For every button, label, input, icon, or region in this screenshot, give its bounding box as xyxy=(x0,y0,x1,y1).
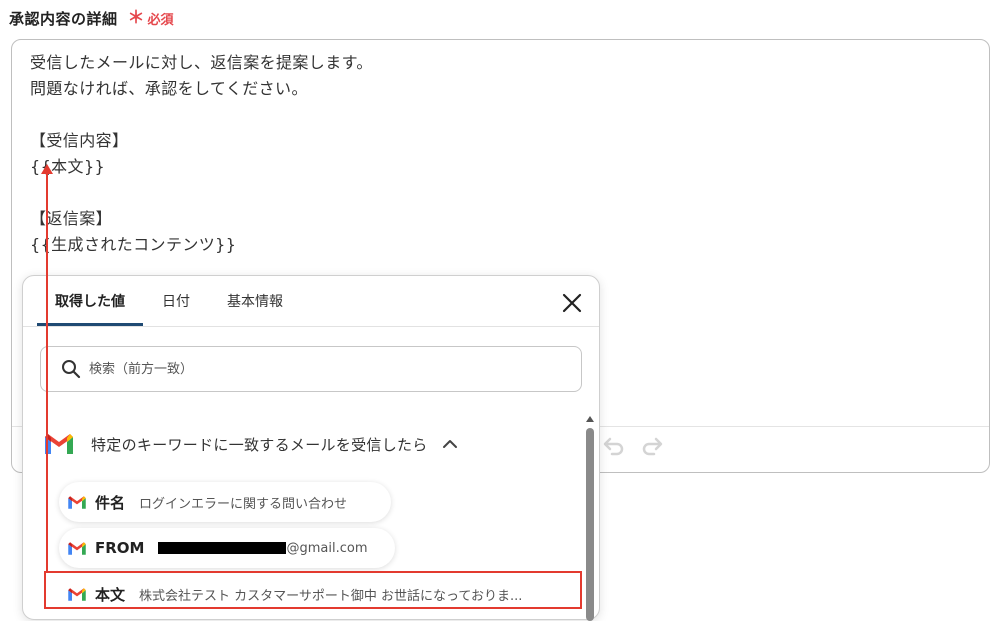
chevron-up-icon[interactable] xyxy=(442,438,458,450)
tab-basic-info[interactable]: 基本情報 xyxy=(217,276,293,326)
trigger-group-header[interactable]: 特定のキーワードに一致するメールを受信したら xyxy=(43,426,458,462)
field-label-row: 承認内容の詳細 ＊ 必須 xyxy=(9,6,174,30)
required-mark: ＊ xyxy=(127,7,145,28)
editor-content[interactable]: 受信したメールに対し、返信案を提案します。 問題なければ、承認をしてください。 … xyxy=(30,50,373,258)
tab-date[interactable]: 日付 xyxy=(151,276,201,326)
scroll-up-arrow[interactable] xyxy=(586,416,594,422)
group-title: 特定のキーワードに一致するメールを受信したら xyxy=(91,435,428,454)
item-value: ログインエラーに関する問い合わせ xyxy=(139,496,348,512)
redaction-bar xyxy=(158,542,287,554)
required-text: 必須 xyxy=(147,12,174,28)
editor-line: 受信したメールに対し、返信案を提案します。 xyxy=(30,53,373,72)
value-item-from[interactable]: FROM @gmail.com xyxy=(59,528,395,568)
redo-icon[interactable] xyxy=(640,434,666,458)
annotation-arrow-line xyxy=(46,172,48,572)
search-icon xyxy=(62,360,81,379)
item-value-domain: @gmail.com xyxy=(286,540,368,556)
scrollbar[interactable] xyxy=(584,416,596,621)
editor-line: {{生成されたコンテンツ}} xyxy=(30,235,237,254)
gmail-icon xyxy=(68,541,86,555)
search-input[interactable] xyxy=(87,360,561,378)
active-tab-indicator xyxy=(37,323,143,326)
required-badge: ＊ 必須 xyxy=(128,9,174,28)
tab-retrieved-values[interactable]: 取得した値 xyxy=(37,276,143,326)
editor-line: {{本文}} xyxy=(30,157,106,176)
item-key: FROM xyxy=(95,539,145,557)
scrollbar-thumb[interactable] xyxy=(586,428,594,621)
editor-line: 問題なければ、承認をしてください。 xyxy=(30,79,308,98)
field-label: 承認内容の詳細 xyxy=(9,9,118,28)
highlight-box xyxy=(44,571,582,609)
annotation-arrow-head xyxy=(41,164,53,174)
search-box[interactable] xyxy=(40,346,582,392)
editor-line: 【受信内容】 xyxy=(30,131,129,150)
undo-icon[interactable] xyxy=(600,434,626,458)
value-picker-popup: 取得した値 日付 基本情報 特定のキーワードに一致するメールを受信したら xyxy=(22,275,600,621)
item-value: @gmail.com xyxy=(158,540,368,556)
item-key: 件名 xyxy=(95,493,126,512)
value-item-subject[interactable]: 件名 ログインエラーに関する問い合わせ xyxy=(59,482,391,522)
tab-bar: 取得した値 日付 基本情報 xyxy=(23,276,599,327)
editor-line: 【返信案】 xyxy=(30,209,113,228)
close-icon[interactable] xyxy=(561,292,583,314)
gmail-icon xyxy=(68,495,86,509)
